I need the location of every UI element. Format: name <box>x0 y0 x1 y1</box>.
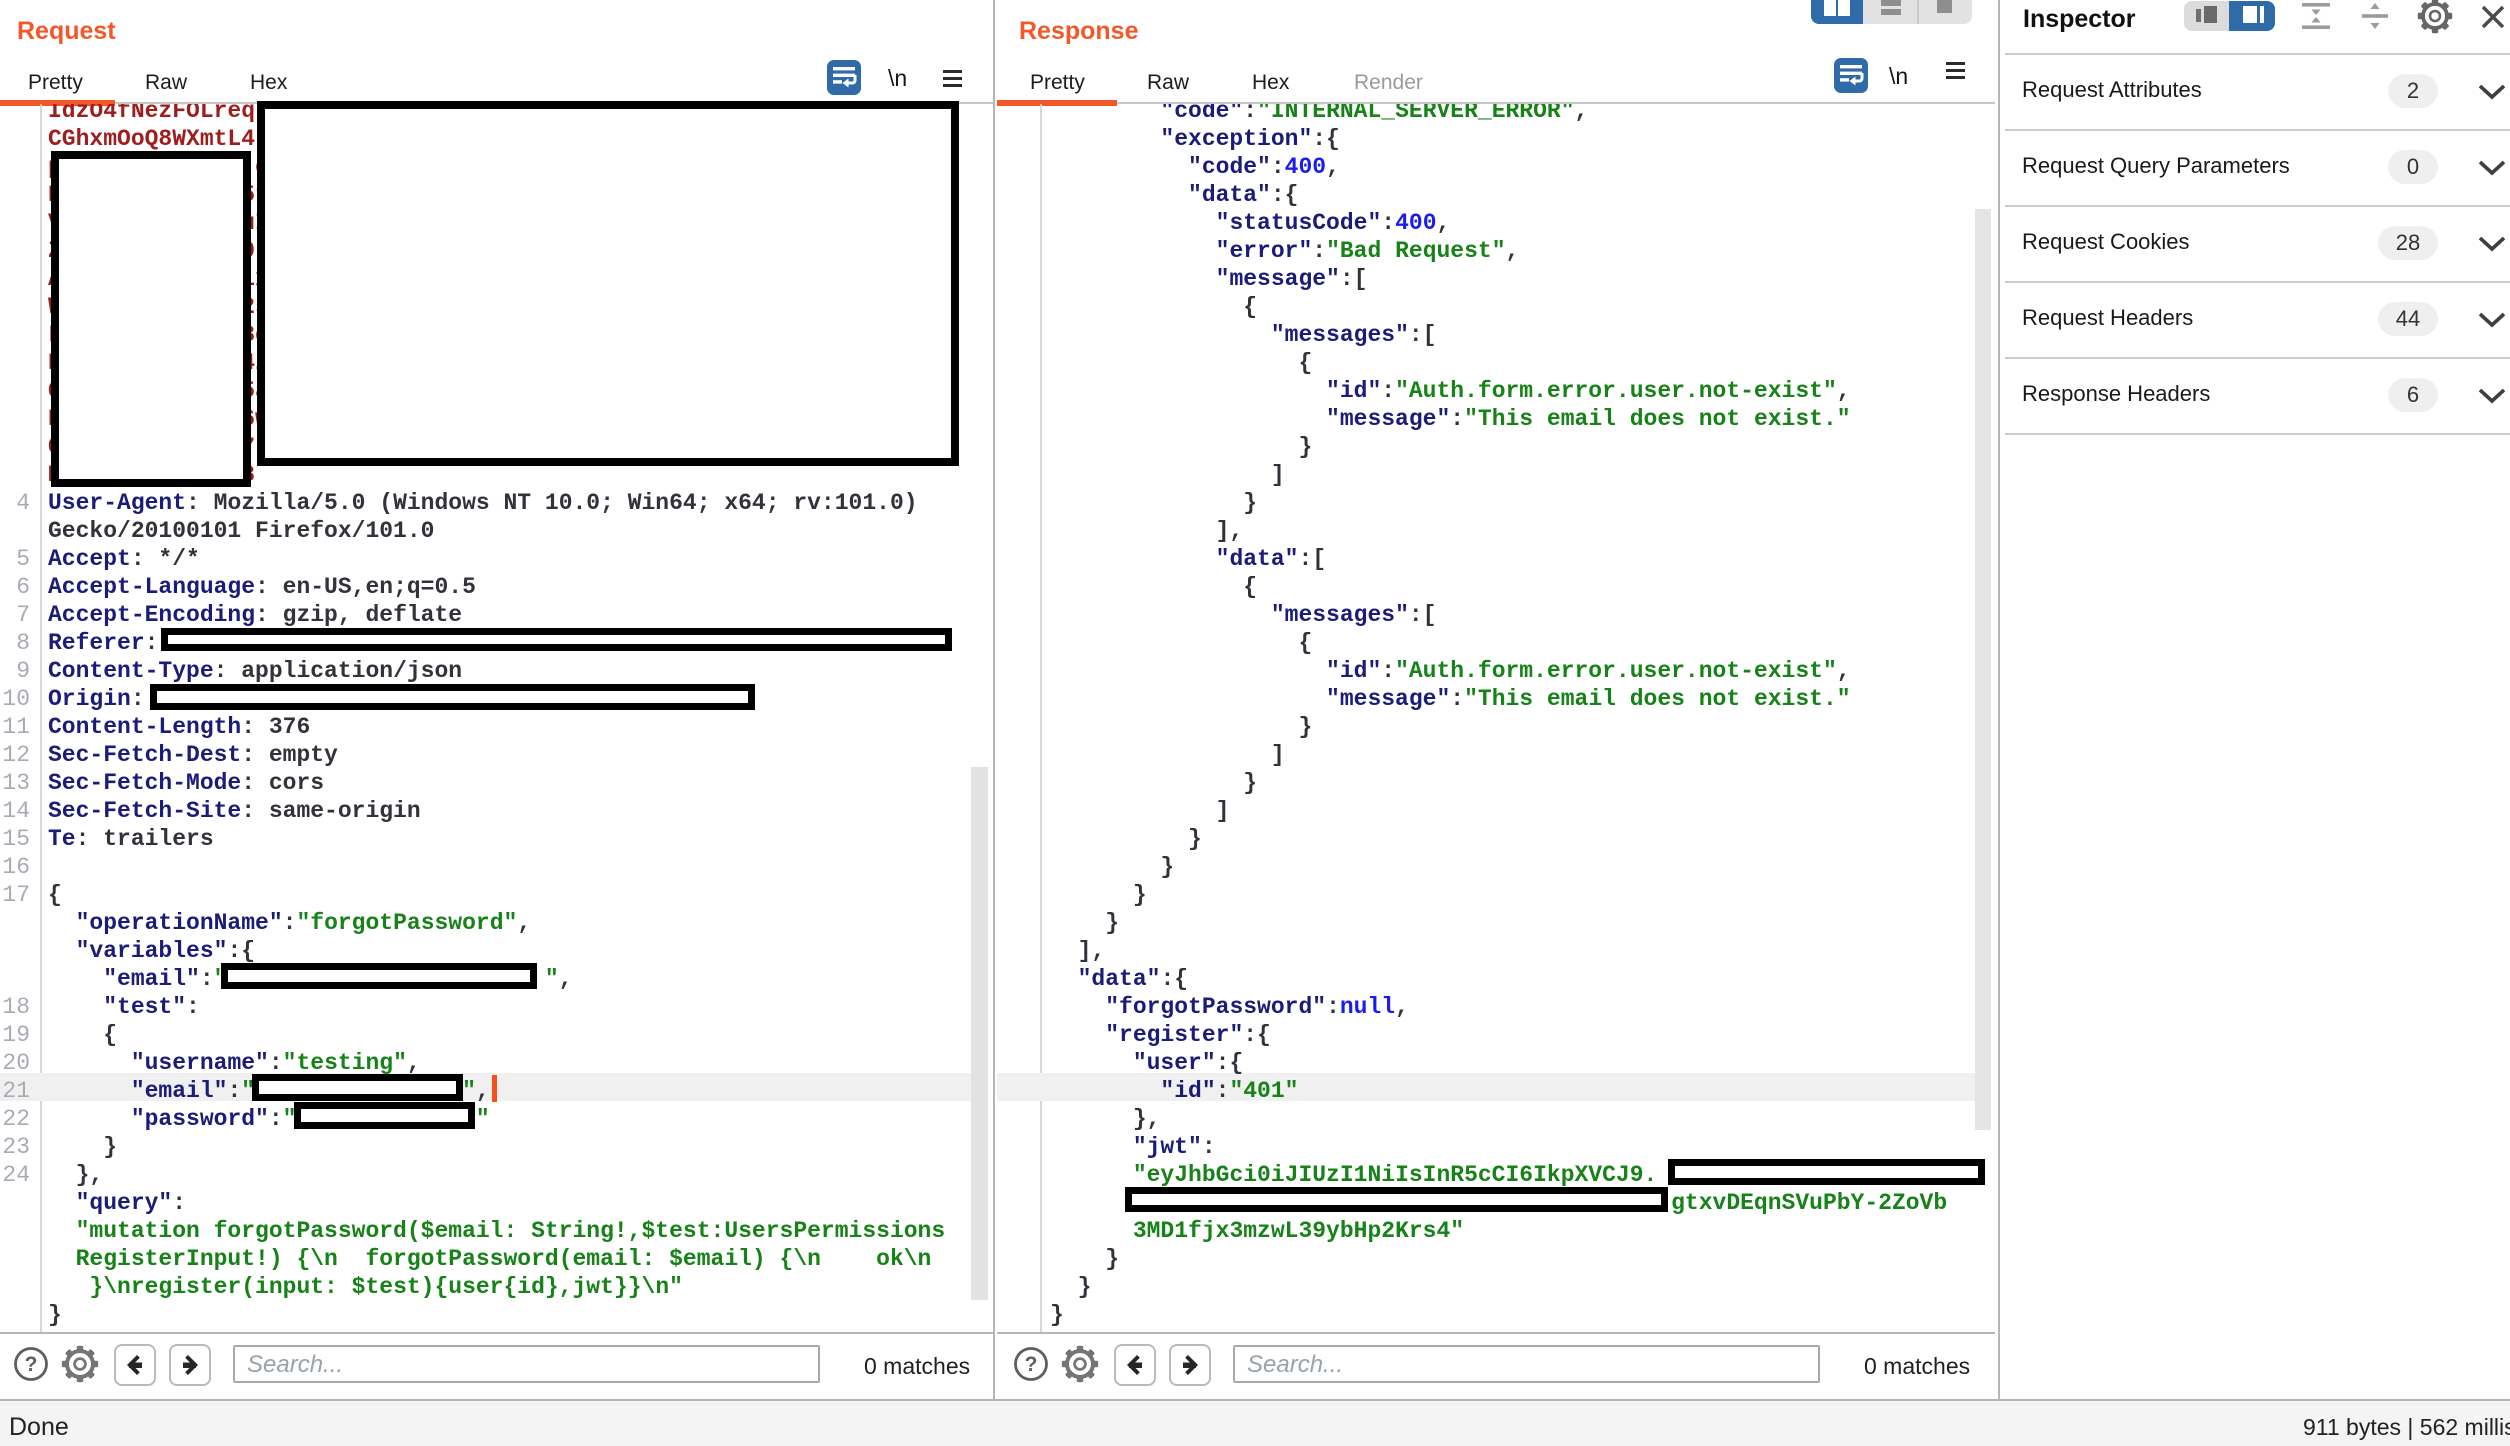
svg-text:?: ? <box>25 1353 38 1376</box>
svg-text:?: ? <box>1025 1353 1038 1376</box>
